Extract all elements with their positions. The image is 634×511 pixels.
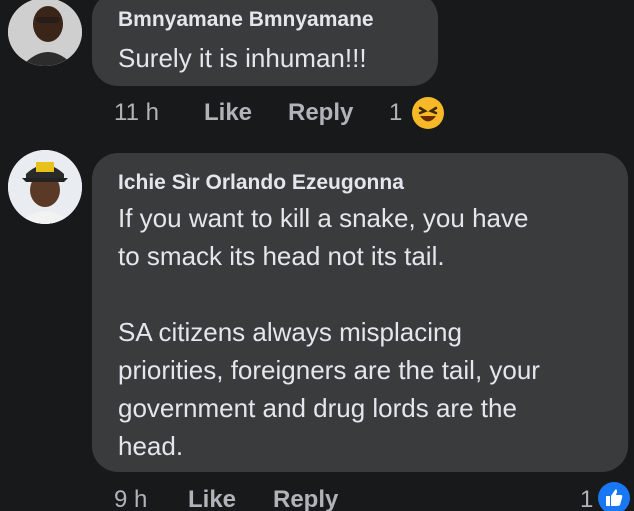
comments-thread: Bmnyamane Bmnyamane Surely it is inhuman… bbox=[0, 0, 634, 511]
comment-author[interactable]: Bmnyamane Bmnyamane bbox=[118, 8, 374, 32]
like-button[interactable]: Like bbox=[204, 99, 252, 127]
person-photo-icon bbox=[8, 0, 82, 66]
comment-text-line: priorities, foreigners are the tail, you… bbox=[118, 355, 540, 385]
comment-text: If you want to kill a snake, you have to… bbox=[118, 199, 618, 465]
reply-button[interactable]: Reply bbox=[273, 486, 338, 511]
comment-text-line: head. bbox=[118, 431, 184, 461]
avatar[interactable] bbox=[8, 0, 82, 66]
comment-timestamp[interactable]: 9 h bbox=[114, 486, 147, 511]
comment-text: Surely it is inhuman!!! bbox=[118, 43, 367, 73]
comment-text-line bbox=[118, 275, 618, 313]
like-button[interactable]: Like bbox=[188, 486, 236, 511]
reaction-count[interactable]: 1 bbox=[389, 99, 402, 127]
comment-author[interactable]: Ichie Sìr Orlando Ezeugonna bbox=[118, 171, 404, 195]
person-photo-icon bbox=[8, 150, 82, 224]
comment-text-line: If you want to kill a snake, you have bbox=[118, 203, 529, 233]
reply-button[interactable]: Reply bbox=[288, 99, 353, 127]
comment-text-line: to smack its head not its tail. bbox=[118, 241, 445, 271]
comment-text-line: SA citizens always misplacing bbox=[118, 317, 462, 347]
comment-timestamp[interactable]: 11 h bbox=[114, 99, 159, 127]
avatar[interactable] bbox=[8, 150, 82, 224]
comment-text-line: government and drug lords are the bbox=[118, 393, 517, 423]
like-thumb-icon[interactable] bbox=[598, 482, 630, 511]
reaction-count[interactable]: 1 bbox=[580, 486, 593, 511]
haha-emoji-icon[interactable] bbox=[412, 97, 444, 129]
